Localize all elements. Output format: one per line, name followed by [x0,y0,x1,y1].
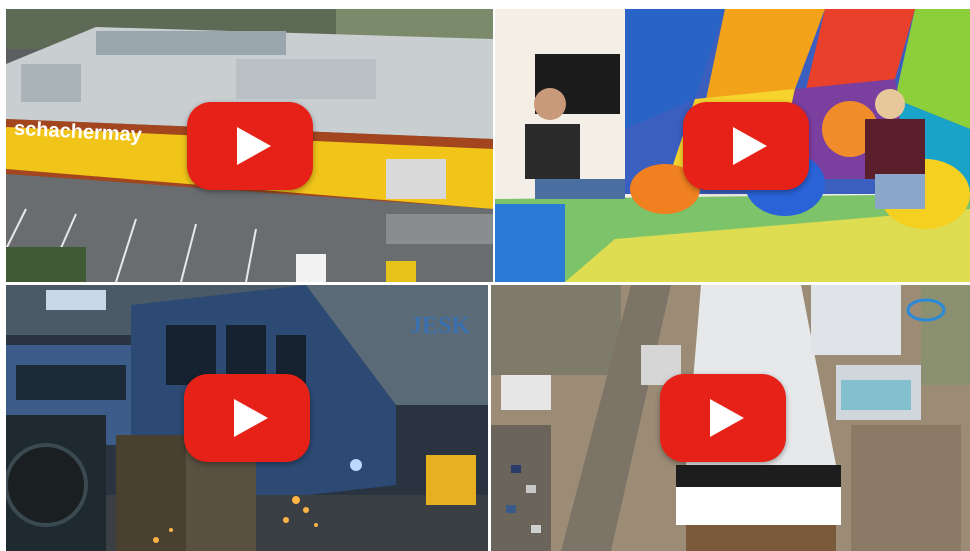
play-icon [710,399,744,437]
play-icon [234,399,268,437]
video-thumbnail-lounge[interactable] [495,9,970,282]
play-icon [733,126,767,165]
play-icon [236,126,271,165]
youtube-play-button[interactable] [186,101,313,190]
video-thumbnail-warehouse[interactable]: schachermay [6,9,493,282]
video-grid: schachermay JESK [0,0,970,551]
youtube-play-button[interactable] [683,101,809,190]
video-thumbnail-workshop[interactable]: JESK [6,285,488,551]
youtube-play-button[interactable] [660,374,786,462]
youtube-play-button[interactable] [184,374,310,462]
video-thumbnail-construction[interactable] [491,285,970,551]
jesk-logo: JESK [410,313,471,339]
